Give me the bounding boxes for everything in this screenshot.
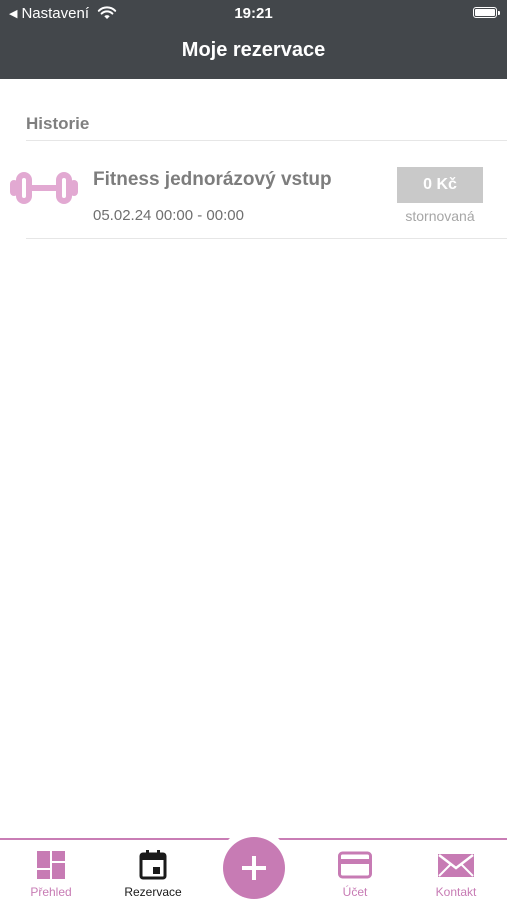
calendar-icon xyxy=(139,850,167,880)
tab-ucet[interactable]: Účet xyxy=(305,840,405,900)
envelope-icon xyxy=(438,854,474,877)
reservation-name: Fitness jednorázový vstup xyxy=(93,169,332,190)
reservation-status: stornovaná xyxy=(405,208,475,224)
tab-label: Kontakt xyxy=(435,885,477,899)
page-title: Moje rezervace xyxy=(181,39,326,61)
tab-label: Rezervace xyxy=(124,885,182,899)
reservation-item[interactable]: Fitness jednorázový vstup 05.02.24 00:00… xyxy=(0,141,507,238)
tab-rezervace[interactable]: Rezervace xyxy=(103,840,203,900)
tab-label: Přehled xyxy=(30,885,72,899)
plus-icon xyxy=(242,856,266,880)
clock: 19:21 xyxy=(234,5,273,22)
dashboard-icon xyxy=(37,851,65,879)
tab-prehled[interactable]: Přehled xyxy=(1,840,101,900)
status-bar: ◀ Nastavení 19:21 xyxy=(0,0,507,28)
tab-kontakt[interactable]: Kontakt xyxy=(406,840,506,900)
battery-icon xyxy=(473,7,500,18)
divider xyxy=(26,238,507,239)
dumbbell-icon xyxy=(10,172,78,204)
section-title-history: Historie xyxy=(26,114,90,133)
card-icon xyxy=(338,851,372,879)
tab-label: Účet xyxy=(342,885,368,899)
reservation-datetime: 05.02.24 00:00 - 00:00 xyxy=(93,207,244,224)
add-reservation-button[interactable] xyxy=(223,837,285,899)
top-bar: ◀ Nastavení 19:21 Moje rezervace xyxy=(0,0,507,79)
price-badge: 0 Kč xyxy=(397,167,483,203)
